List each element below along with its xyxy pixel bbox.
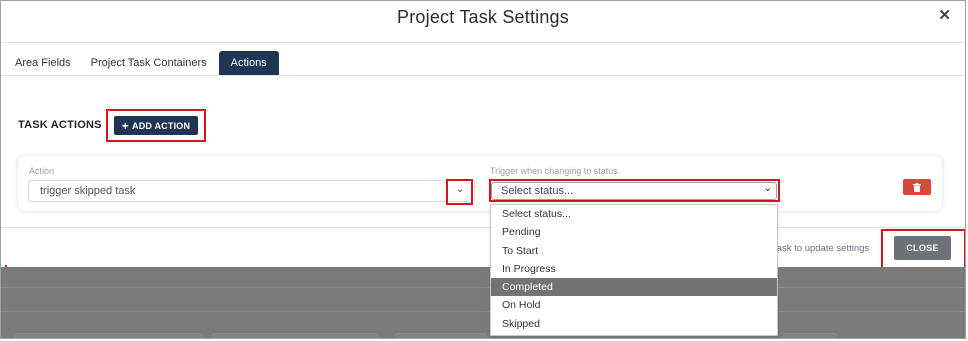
status-option[interactable]: Pending <box>491 223 777 241</box>
status-option[interactable]: In Progress <box>491 260 777 278</box>
action-select-value: trigger skipped task <box>40 185 136 197</box>
title-divider <box>1 42 965 43</box>
trash-icon <box>913 182 921 192</box>
action-label: Action <box>29 166 55 176</box>
trigger-status-value: Select status... <box>501 185 574 197</box>
dialog-title: Project Task Settings <box>397 7 569 27</box>
plus-icon: + <box>121 118 130 133</box>
tab-divider <box>1 75 965 76</box>
backdrop-field <box>15 333 203 338</box>
backdrop-line <box>1 287 965 288</box>
status-option[interactable]: Skipped <box>491 315 777 333</box>
add-action-label: ADD ACTION <box>132 120 191 131</box>
backdrop-field <box>212 333 378 338</box>
chevron-down-icon: ⌄ <box>763 183 772 194</box>
status-option-highlighted[interactable]: Completed <box>491 278 777 297</box>
status-dropdown-menu: Select status... Pending To Start In Pro… <box>490 204 778 336</box>
backdrop-field <box>783 333 837 338</box>
status-option[interactable]: To Start <box>491 242 777 260</box>
footer-hint: ur task to update settings <box>763 243 870 254</box>
backdrop-overlay <box>1 267 965 338</box>
tab-actions[interactable]: Actions <box>218 51 279 75</box>
close-button[interactable]: CLOSE <box>894 236 951 260</box>
backdrop-line <box>1 311 965 312</box>
delete-action-button[interactable] <box>903 179 931 195</box>
tab-bar: Area Fields Project Task Containers Acti… <box>7 51 279 75</box>
backdrop-field <box>395 333 487 338</box>
status-option[interactable]: Select status... <box>491 205 777 223</box>
task-actions-heading: TASK ACTIONS <box>18 119 102 131</box>
action-select[interactable]: trigger skipped task <box>28 180 475 202</box>
close-icon[interactable]: ✕ <box>938 6 951 24</box>
trigger-status-select[interactable]: Select status... ⌄ <box>491 182 777 200</box>
backdrop-marker <box>5 265 7 267</box>
chevron-down-icon[interactable]: ⌄ <box>456 184 464 195</box>
trigger-status-label: Trigger when changing to status <box>490 166 618 176</box>
status-option[interactable]: On Hold <box>491 296 777 314</box>
tab-area-fields[interactable]: Area Fields <box>7 51 79 75</box>
footer-divider <box>1 227 965 228</box>
add-action-button[interactable]: + ADD ACTION <box>114 116 198 135</box>
dialog-frame: Project Task Settings ✕ Area Fields Proj… <box>0 0 966 339</box>
tab-project-task-containers[interactable]: Project Task Containers <box>83 51 215 75</box>
